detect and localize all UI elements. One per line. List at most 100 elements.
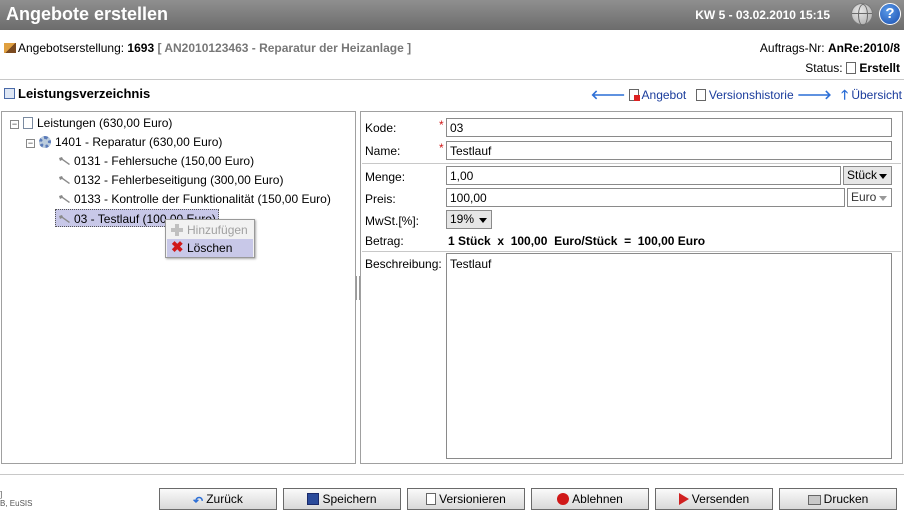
amount-value: 1 Stück x 100,00 Euro/Stück = 100,00 Eur… [448,234,706,248]
pdf-icon [628,89,640,101]
wrench-icon [59,176,70,184]
document-icon [845,62,856,74]
arrow-up-icon: 🡑 [841,87,848,102]
footer-note: ] B, EuSIS [0,490,32,508]
quantity-label: Menge: [365,170,406,184]
divider [0,474,904,475]
service-tree-panel: − Leistungen (630,00 Euro) −1401 - Repara… [1,111,356,464]
name-label: Name: [365,144,401,158]
reject-button-label: Ablehnen [572,492,623,506]
menu-item-delete-label: Löschen [187,241,233,255]
price-label: Preis: [365,192,396,206]
order-value: AnRe:2010/8 [827,41,900,55]
divider [362,251,901,252]
offer-number: 1693 [127,41,155,55]
print-button[interactable]: Drucken [779,488,897,510]
divider [362,163,901,164]
required-marker: * [439,118,444,132]
chevron-down-icon [879,174,887,179]
link-angebot[interactable]: 🡐 Angebot [591,87,687,102]
title-bar: Angebote erstellen KW 5 - 03.02.2010 15:… [0,0,904,30]
section-title: Leistungsverzeichnis [4,86,150,101]
globe-icon[interactable] [851,3,873,26]
wrench-icon [59,195,70,203]
code-label: Kode: [365,121,397,135]
code-input[interactable] [446,118,892,137]
save-button[interactable]: Speichern [283,488,401,510]
context-menu: Hinzufügen ✖ Löschen [165,219,255,258]
footer-note-line: ] [0,490,3,499]
stop-icon [557,493,570,505]
menu-item-delete[interactable]: ✖ Löschen [167,239,253,257]
vat-select[interactable]: 19% [446,210,492,229]
reject-button[interactable]: Ablehnen [531,488,649,510]
collapse-icon[interactable]: − [10,120,19,129]
version-button[interactable]: Versionieren [407,488,525,510]
print-button-label: Drucken [823,492,869,506]
gear-icon [39,136,51,148]
send-button[interactable]: Versenden [655,488,773,510]
floppy-icon [307,493,320,505]
tree-node-item[interactable]: 0131 - Fehlersuche (150,00 Euro) [58,152,254,170]
required-marker: * [439,141,444,155]
send-button-label: Versenden [691,492,750,506]
undo-icon: ↶ [193,494,204,508]
arrow-right-icon: 🡒 [796,87,832,102]
back-button-label: Zurück [206,492,243,506]
divider [0,79,904,80]
chevron-down-icon [879,196,887,201]
tree-node-label: 1401 - Reparatur (630,00 Euro) [55,135,223,149]
tree-icon [4,88,15,99]
status-label: Status: [805,61,843,75]
version-button-label: Versionieren [439,492,506,506]
printer-icon [807,495,821,505]
name-input[interactable] [446,141,892,160]
toolbar-links: 🡐 Angebot Versionshistorie 🡒 🡑 Übersicht [585,86,902,108]
price-input[interactable] [446,188,845,207]
link-versionshistorie-label: Versionshistorie [708,88,794,102]
tree-node-root[interactable]: − Leistungen (630,00 Euro) [10,114,172,132]
wrench-icon [59,215,70,223]
unit-select[interactable]: Stück [843,166,892,185]
wrench-icon [59,157,70,165]
delete-icon: ✖ [171,239,184,256]
order-label: Auftrags-Nr: [759,41,825,55]
currency-select: Euro [847,188,892,207]
tree-node-item[interactable]: 0133 - Kontrolle der Funktionalität (150… [58,190,331,208]
app-title: Angebote erstellen [6,4,169,24]
document-icon [426,493,437,505]
collapse-icon[interactable]: − [26,139,35,148]
amount-label: Betrag: [365,234,404,248]
history-icon [695,89,706,101]
tree-node-item[interactable]: 0132 - Fehlerbeseitigung (300,00 Euro) [58,171,283,189]
offer-info: Angebotserstellung: 1693 [ AN2010123463 … [4,41,411,55]
chevron-down-icon [479,218,487,223]
footer-note-line: B, EuSIS [0,499,33,508]
link-uebersicht[interactable]: 🡑 Übersicht [841,87,902,102]
back-button[interactable]: ↶ Zurück [159,488,277,510]
status-value: Erstellt [859,61,900,75]
document-icon [23,117,33,129]
currency-select-value: Euro [851,190,877,204]
help-icon[interactable]: ? [879,3,901,25]
tree-node-label: Leistungen (630,00 Euro) [37,116,173,130]
description-textarea[interactable]: Testlauf [446,253,892,459]
play-icon [678,493,689,505]
tree-node-label: 0133 - Kontrolle der Funktionalität (150… [74,192,331,206]
save-button-label: Speichern [322,492,377,506]
offer-info-label: Angebotserstellung: [18,41,125,55]
section-title-text: Leistungsverzeichnis [18,86,151,101]
link-versionshistorie[interactable]: Versionshistorie 🡒 [695,87,832,102]
link-uebersicht-label: Übersicht [851,88,902,102]
pencil-icon [4,43,16,53]
plus-icon [171,224,183,236]
datetime: KW 5 - 03.02.2010 15:15 [695,8,830,22]
tree-node-group[interactable]: − 1401 - Reparatur (630,00 Euro) [26,133,222,151]
order-number: Auftrags-Nr: AnRe:2010/8 [760,41,900,55]
tree-node-label: 0132 - Fehlerbeseitigung (300,00 Euro) [74,173,284,187]
quantity-input[interactable] [446,166,841,185]
unit-select-value: Stück [847,168,878,182]
menu-item-add-label: Hinzufügen [187,223,248,237]
menu-item-add: Hinzufügen [167,221,253,239]
description-label: Beschreibung: [365,257,442,271]
